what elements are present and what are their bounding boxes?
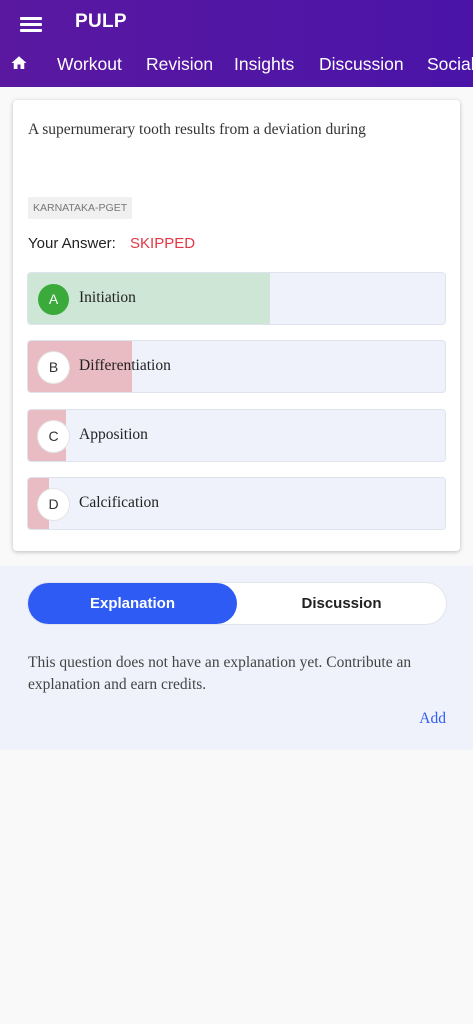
option-d-text: Calcification (79, 494, 160, 511)
your-answer-row: Your Answer: SKIPPED (28, 235, 195, 252)
app-bar: PULP Workout Revision Insights Discussio… (0, 0, 473, 87)
answer-label: Your Answer: (28, 235, 116, 252)
home-icon[interactable] (10, 54, 28, 72)
option-d[interactable]: D Calcification (27, 477, 446, 530)
option-a[interactable]: A Initiation (27, 272, 446, 325)
option-b-text: Differentiation (79, 357, 171, 374)
tab-discussion[interactable]: Discussion (319, 54, 404, 75)
app-title: PULP (75, 11, 127, 32)
discussion-tab-button[interactable]: Discussion (237, 583, 446, 624)
option-d-letter: D (38, 489, 69, 520)
option-a-text: Initiation (79, 289, 136, 306)
tab-workout[interactable]: Workout (57, 54, 122, 75)
answer-status: SKIPPED (130, 235, 196, 252)
question-text: A supernumerary tooth results from a dev… (28, 121, 366, 138)
option-c-text: Apposition (79, 426, 148, 443)
option-b[interactable]: B Differentiation (27, 340, 446, 393)
option-a-letter: A (38, 284, 69, 315)
tab-social[interactable]: Social (427, 54, 473, 75)
option-c-letter: C (38, 421, 69, 452)
tab-switcher: Explanation Discussion (28, 583, 446, 624)
nav-bar: Workout Revision Insights Discussion Soc… (0, 44, 473, 84)
add-explanation-link[interactable]: Add (419, 710, 446, 728)
explanation-section: Explanation Discussion This question doe… (0, 566, 473, 750)
explanation-text: This question does not have an explanati… (28, 654, 412, 693)
explanation-tab-button[interactable]: Explanation (28, 583, 237, 624)
menu-icon[interactable] (20, 14, 44, 34)
option-b-letter: B (38, 352, 69, 383)
question-card: A supernumerary tooth results from a dev… (13, 100, 460, 551)
exam-tag: KARNATAKA-PGET (28, 197, 133, 219)
option-c[interactable]: C Apposition (27, 409, 446, 462)
tab-insights[interactable]: Insights (234, 54, 294, 75)
tab-revision[interactable]: Revision (146, 54, 213, 75)
